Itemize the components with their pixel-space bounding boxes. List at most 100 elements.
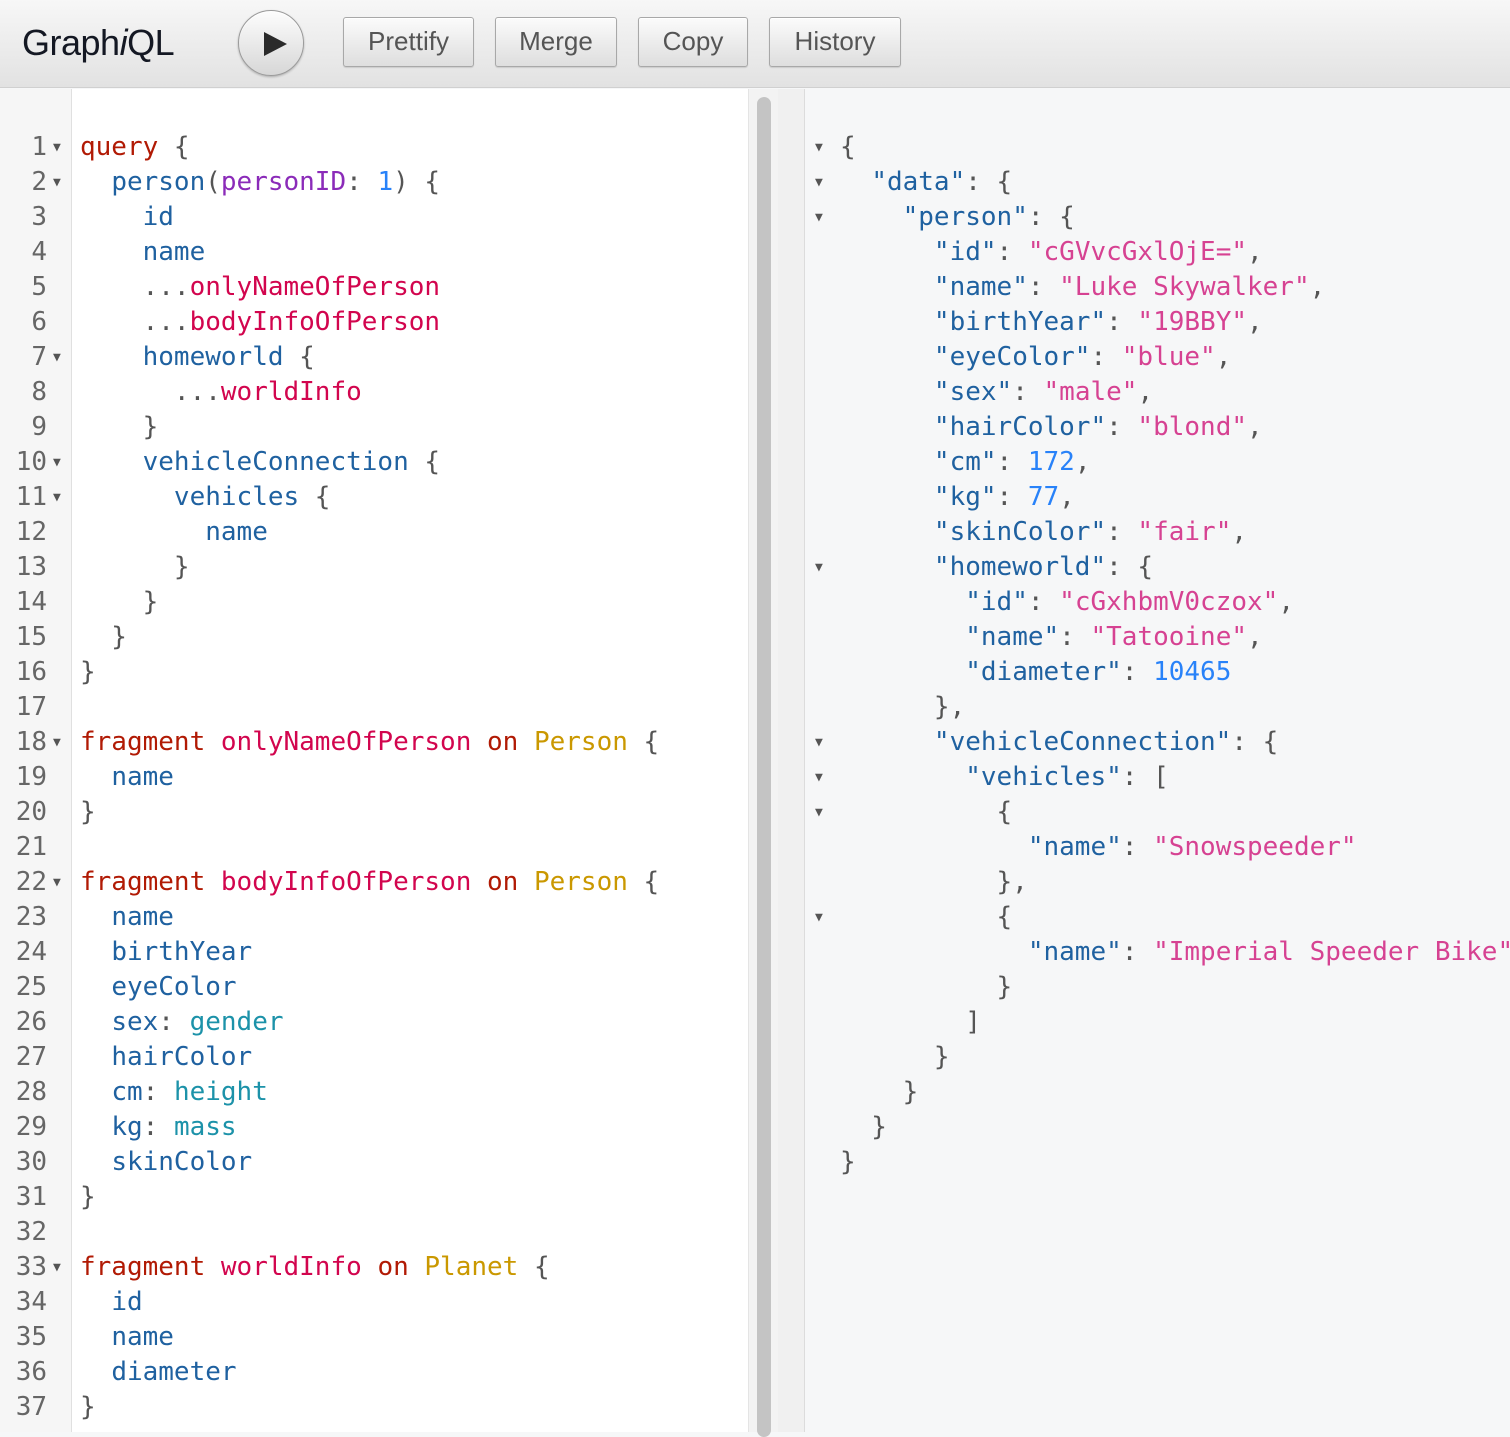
json-token: }	[840, 1042, 950, 1072]
code-token: {	[283, 342, 315, 372]
editor-line[interactable]: 18 ▼ fragment onlyNameOfPerson on Person {	[0, 725, 748, 760]
code-token: {	[158, 132, 190, 162]
fold-arrow-icon[interactable]: ▼	[53, 130, 61, 165]
json-token: {	[840, 902, 1013, 932]
editor-line[interactable]: 37}	[0, 1390, 748, 1425]
code-token: onlyNameOfPerson	[189, 272, 441, 302]
fold-arrow-icon[interactable]: ▼	[53, 165, 61, 200]
prettify-button[interactable]: Prettify	[343, 17, 474, 67]
result-code: ]	[840, 1005, 981, 1040]
editor-line[interactable]: 27 hairColor	[0, 1040, 748, 1075]
fold-arrow-icon[interactable]: ▼	[815, 760, 823, 795]
code-token: eyeColor	[111, 972, 237, 1002]
editor-line[interactable]: 31}	[0, 1180, 748, 1215]
editor-line[interactable]: 30 skinColor	[0, 1145, 748, 1180]
editor-line[interactable]: 34 id	[0, 1285, 748, 1320]
merge-button[interactable]: Merge	[495, 17, 617, 67]
fold-arrow-icon[interactable]: ▼	[53, 865, 61, 900]
json-token: ,	[1309, 272, 1326, 302]
editor-line[interactable]: 7 ▼ homeworld {	[0, 340, 748, 375]
editor-line[interactable]: 14 }	[0, 585, 748, 620]
editor-line[interactable]: 35 name	[0, 1320, 748, 1355]
editor-line[interactable]: 36 diameter	[0, 1355, 748, 1390]
json-token: ,	[1059, 482, 1075, 512]
query-editor[interactable]: 1 ▼ query {2 ▼ person(personID: 1) {3 id 4 n…	[0, 89, 748, 1432]
history-button[interactable]: History	[769, 17, 901, 67]
editor-line[interactable]: 9 }	[0, 410, 748, 445]
json-token: :	[1121, 832, 1154, 862]
editor-line[interactable]: 33 ▼ fragment worldInfo on Planet {	[0, 1250, 748, 1285]
editor-line[interactable]: 5 ...onlyNameOfPerson	[0, 270, 748, 305]
json-token: ,	[1074, 447, 1091, 477]
result-line: "id": "cGVvcGxlOjE=",	[805, 235, 1510, 270]
editor-line[interactable]: 4 name	[0, 235, 748, 270]
fold-arrow-icon[interactable]: ▼	[53, 725, 61, 760]
editor-line[interactable]: 6 ...bodyInfoOfPerson	[0, 305, 748, 340]
editor-line[interactable]: 29 kg: mass	[0, 1110, 748, 1145]
code-token: kg	[111, 1112, 143, 1142]
editor-line[interactable]: 25 eyeColor	[0, 970, 748, 1005]
result-line: "birthYear": "19BBY",	[805, 305, 1510, 340]
fold-arrow-icon[interactable]: ▼	[53, 445, 61, 480]
editor-line[interactable]: 10 ▼ vehicleConnection {	[0, 445, 748, 480]
editor-line[interactable]: 8 ...worldInfo	[0, 375, 748, 410]
result-code: }	[840, 1040, 950, 1075]
execute-query-button[interactable]	[238, 10, 304, 76]
editor-line[interactable]: 2 ▼ person(personID: 1) {	[0, 165, 748, 200]
fold-arrow-icon[interactable]: ▼	[815, 900, 823, 935]
code-token: Person	[533, 727, 628, 757]
fold-arrow-icon[interactable]: ▼	[815, 725, 823, 760]
editor-scrollbar[interactable]	[748, 89, 778, 1437]
editor-line[interactable]: 26 sex: gender	[0, 1005, 748, 1040]
json-token: :	[1012, 377, 1044, 407]
editor-line[interactable]: 23 name	[0, 900, 748, 935]
json-token: "blue"	[1121, 342, 1216, 372]
editor-line[interactable]: 11 ▼ vehicles {	[0, 480, 748, 515]
line-number: 27	[15, 1042, 47, 1072]
code-token: onlyNameOfPerson	[220, 727, 472, 757]
json-token: "data"	[871, 167, 966, 197]
editor-line[interactable]: 24 birthYear	[0, 935, 748, 970]
fold-arrow-icon[interactable]: ▼	[815, 795, 823, 830]
play-icon	[264, 32, 287, 56]
json-token: "sex"	[933, 377, 1013, 407]
fold-arrow-icon[interactable]: ▼	[815, 550, 823, 585]
code-token: :	[158, 1007, 190, 1037]
editor-line[interactable]: 1 ▼ query {	[0, 130, 748, 165]
editor-scrollbar-thumb[interactable]	[757, 97, 771, 1437]
editor-line[interactable]: 17	[0, 690, 748, 725]
result-code: {	[840, 900, 1013, 935]
json-token: "Snowspeeder"	[1153, 832, 1357, 862]
editor-line[interactable]: 15 }	[0, 620, 748, 655]
pane-resizer[interactable]	[778, 89, 805, 1432]
editor-line[interactable]: 32	[0, 1215, 748, 1250]
fold-arrow-icon[interactable]: ▼	[815, 200, 823, 235]
fold-arrow-icon[interactable]: ▼	[53, 1250, 61, 1285]
editor-line[interactable]: 3 id	[0, 200, 748, 235]
editor-line[interactable]: 13 }	[0, 550, 748, 585]
editor-line[interactable]: 28 cm: height	[0, 1075, 748, 1110]
editor-line[interactable]: 21	[0, 830, 748, 865]
line-number: 34	[15, 1287, 47, 1317]
fold-arrow-icon[interactable]: ▼	[815, 165, 823, 200]
editor-line[interactable]: 16}	[0, 655, 748, 690]
line-number: 29	[15, 1112, 47, 1142]
editor-line[interactable]: 12 name	[0, 515, 748, 550]
fold-arrow-icon[interactable]: ▼	[53, 340, 61, 375]
line-code: id	[80, 200, 174, 235]
result-line: ▼ "vehicles": [	[805, 760, 1510, 795]
editor-line[interactable]: 22 ▼ fragment bodyInfoOfPerson on Person {	[0, 865, 748, 900]
result-code: "birthYear": "19BBY",	[840, 305, 1263, 340]
copy-button[interactable]: Copy	[638, 17, 748, 67]
json-token: {	[840, 132, 856, 162]
editor-line[interactable]: 20}	[0, 795, 748, 830]
editor-line[interactable]: 19 name	[0, 760, 748, 795]
result-line: ▼ {	[805, 900, 1510, 935]
fold-arrow-icon[interactable]: ▼	[815, 130, 823, 165]
code-token: hairColor	[111, 1042, 253, 1072]
fold-arrow-icon[interactable]: ▼	[53, 480, 61, 515]
